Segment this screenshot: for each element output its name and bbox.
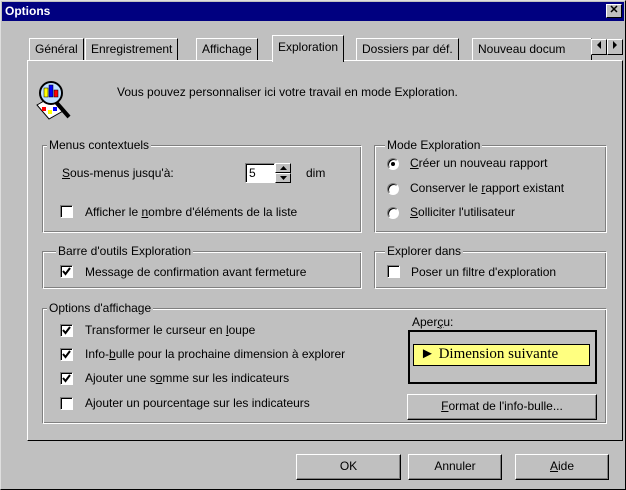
check-icon (62, 374, 71, 383)
display-options-title: Options d'affichage (47, 301, 154, 315)
cancel-button[interactable]: Annuler (408, 454, 502, 480)
show-count-label: Afficher le nombre d'éléments de la list… (85, 205, 298, 219)
magnifier-cursor-checkbox[interactable] (60, 324, 73, 337)
tab-enregistrement[interactable]: Enregistrement (85, 38, 179, 60)
add-sum-label: Ajouter une somme sur les indicateurs (85, 371, 290, 385)
show-count-checkbox[interactable] (60, 205, 73, 218)
submenu-depth-input[interactable]: 5 (245, 163, 275, 183)
arrow-right-icon (613, 41, 617, 49)
arrow-left-icon (597, 41, 601, 49)
radio-create-report[interactable] (387, 158, 399, 170)
tab-nouveau-document[interactable]: Nouveau docum (472, 38, 592, 60)
tooltip-preview: ► Dimension suivante (413, 344, 590, 366)
confirm-close-label: Message de confirmation avant fermeture (85, 265, 307, 279)
options-dialog: Options ✕ Général Enregistrement Afficha… (0, 0, 626, 490)
tab-dossiers[interactable]: Dossiers par déf. (356, 38, 459, 60)
tab-affichage[interactable]: Affichage (196, 38, 258, 60)
radio-ask-user-label: Solliciter l'utilisateur (410, 205, 516, 219)
add-percentage-label: Ajouter un pourcentage sur les indicateu… (85, 396, 310, 410)
title-bar[interactable]: Options ✕ (2, 2, 624, 21)
close-button[interactable]: ✕ (606, 4, 622, 18)
check-icon (62, 350, 71, 359)
exploration-filter-checkbox[interactable] (387, 265, 400, 278)
add-percentage-checkbox[interactable] (60, 397, 73, 410)
ok-button[interactable]: OK (296, 454, 401, 480)
confirm-close-checkbox[interactable] (60, 265, 73, 278)
spin-up-button[interactable] (275, 163, 291, 173)
spin-down-icon (280, 176, 287, 180)
submenu-unit-label: dim (306, 166, 326, 180)
radio-ask-user[interactable] (387, 207, 399, 219)
tooltip-next-dimension-checkbox[interactable] (60, 348, 73, 361)
radio-create-report-label: Créer un nouveau rapport (410, 156, 548, 170)
tab-general[interactable]: Général (29, 38, 84, 60)
tab-exploration[interactable]: Exploration (272, 35, 345, 62)
spin-up-icon (280, 166, 287, 170)
window-title: Options (5, 4, 51, 18)
tooltip-format-button[interactable]: Format de l'info-bulle... (407, 394, 597, 420)
toolbar-exploration-title: Barre d'outils Exploration (56, 244, 194, 258)
mode-exploration-title: Mode Exploration (385, 138, 483, 152)
exploration-filter-label: Poser un filtre d'exploration (411, 265, 557, 279)
spin-down-button[interactable] (275, 173, 291, 183)
menus-contextuels-title: Menus contextuels (47, 138, 152, 152)
explorer-dans-title: Explorer dans (385, 244, 464, 258)
radio-keep-report-label: Conserver le rapport existant (410, 181, 565, 195)
help-button[interactable]: Aide (515, 454, 609, 480)
check-icon (62, 267, 71, 276)
add-sum-checkbox[interactable] (60, 372, 73, 385)
preview-label: Aperçu: (412, 315, 454, 329)
radio-keep-report[interactable] (387, 183, 399, 195)
tooltip-next-dimension-label: Info-bulle pour la prochaine dimension à… (85, 347, 346, 361)
magnifier-report-icon (33, 77, 75, 121)
submenu-depth-label: Sous-menus jusqu'à: (62, 166, 174, 180)
check-icon (62, 326, 71, 335)
tab-scroll-left-button[interactable] (591, 39, 607, 55)
magnifier-cursor-label: Transformer le curseur en loupe (85, 323, 256, 337)
menus-contextuels-group (42, 145, 362, 233)
tab-scroll-right-button[interactable] (607, 39, 623, 55)
submenu-depth-spinner (275, 163, 291, 183)
intro-text: Vous pouvez personnaliser ici votre trav… (117, 85, 458, 99)
